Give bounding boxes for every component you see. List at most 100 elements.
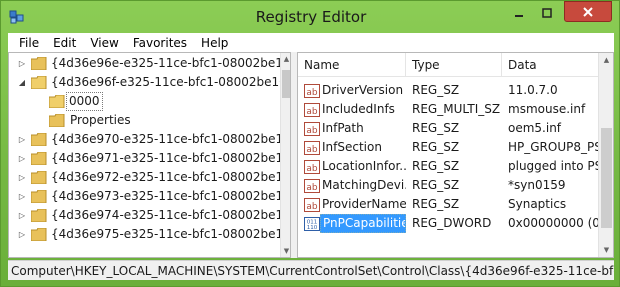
value-row-selected[interactable]: 011 110 PnPCapabilities REG_DWORD 0x00000…	[298, 214, 600, 233]
menu-edit[interactable]: Edit	[46, 36, 83, 50]
column-header-type[interactable]: Type	[406, 53, 502, 77]
values-list-pane[interactable]: Name Type Data ab DriverVersion REG_SZ 1…	[297, 52, 614, 258]
string-value-icon: ab	[304, 121, 320, 136]
menu-favorites[interactable]: Favorites	[126, 36, 194, 50]
value-type: REG_SZ	[412, 140, 460, 154]
value-type: REG_SZ	[412, 178, 460, 192]
close-button[interactable]	[564, 1, 612, 22]
value-row[interactable]: ab LocationInfor... REG_SZ plugged into …	[298, 157, 600, 176]
collapse-arrow-icon[interactable]: ◢	[17, 78, 27, 88]
value-row[interactable]: ab DriverVersion REG_SZ 11.0.7.0	[298, 81, 598, 100]
tree-item-label: Properties	[70, 113, 131, 127]
value-type: REG_SZ	[412, 121, 460, 135]
value-data: plugged into PS	[508, 159, 600, 173]
svg-text:ab: ab	[306, 202, 318, 212]
svg-text:110: 110	[307, 225, 318, 231]
svg-text:ab: ab	[306, 126, 318, 136]
menu-help[interactable]: Help	[194, 36, 235, 50]
key-tree-pane[interactable]: ▷ {4d36e96e-e325-11ce-bfc1-08002be10318}…	[8, 52, 291, 258]
minimize-button[interactable]	[506, 3, 532, 23]
menu-view[interactable]: View	[83, 36, 125, 50]
maximize-icon	[542, 8, 552, 18]
value-data: HP_GROUP8_PS	[508, 140, 600, 154]
svg-text:ab: ab	[306, 164, 318, 174]
scroll-up-icon[interactable]: ▲	[281, 53, 290, 65]
tree-item-properties[interactable]: Properties	[9, 111, 280, 130]
tree-item[interactable]: ▷ {4d36e972-e325-11ce-bfc1-08002be10318}	[9, 168, 280, 187]
binary-value-icon: 011110	[304, 216, 320, 231]
value-row[interactable]: ab InfSection REG_SZ HP_GROUP8_PS	[298, 138, 600, 157]
status-bar-path: Computer\HKEY_LOCAL_MACHINE\SYSTEM\Curre…	[8, 260, 614, 280]
expand-arrow-icon[interactable]: ▷	[17, 211, 27, 221]
tree-item[interactable]: ▷ {4d36e971-e325-11ce-bfc1-08002be10318}	[9, 149, 280, 168]
folder-icon	[31, 133, 47, 146]
folder-icon	[49, 114, 65, 127]
value-type: REG_MULTI_SZ	[412, 102, 501, 116]
column-header-name[interactable]: Name	[298, 53, 406, 77]
tree-item[interactable]: ▷ {4d36e974-e325-11ce-bfc1-08002be10318}	[9, 206, 280, 225]
minimize-icon	[515, 15, 523, 17]
scroll-thumb[interactable]	[282, 70, 290, 98]
tree-item[interactable]: ▷ {4d36e975-e325-11ce-bfc1-08002be10318}	[9, 225, 280, 244]
value-row[interactable]: ab MatchingDevi... REG_SZ *syn0159	[298, 176, 598, 195]
string-value-icon: ab	[304, 178, 320, 193]
open-folder-icon	[31, 76, 47, 89]
value-data: *syn0159	[508, 178, 566, 192]
string-value-icon: ab	[304, 197, 320, 212]
tree-item-label: {4d36e975-e325-11ce-bfc1-08002be10318}	[51, 227, 280, 241]
value-data: 0x00000000 (0)	[508, 216, 600, 230]
expand-arrow-icon[interactable]: ▷	[17, 192, 27, 202]
expand-arrow-icon[interactable]: ▷	[17, 59, 27, 69]
scroll-thumb[interactable]	[601, 128, 612, 228]
tree-item-0000[interactable]: 0000	[9, 92, 280, 111]
value-row[interactable]: ab ProviderName REG_SZ Synaptics	[298, 195, 598, 214]
tree-item-label: 0000	[66, 92, 103, 111]
string-value-icon: ab	[304, 102, 320, 117]
menu-file[interactable]: File	[12, 36, 46, 50]
tree-item[interactable]: ◢ {4d36e96f-e325-11ce-bfc1-08002be10318}	[9, 73, 280, 92]
value-name: ProviderName	[322, 197, 406, 211]
scroll-up-icon[interactable]: ▲	[599, 53, 613, 67]
tree-scrollbar[interactable]: ▲ ▼	[280, 53, 290, 257]
string-value-icon: ab	[304, 83, 320, 98]
scroll-down-icon[interactable]: ▼	[281, 245, 290, 257]
value-type: REG_SZ	[412, 197, 460, 211]
value-data: 11.0.7.0	[508, 83, 558, 97]
scroll-down-icon[interactable]: ▼	[599, 243, 613, 257]
svg-text:ab: ab	[306, 107, 318, 117]
tree-item-label: {4d36e972-e325-11ce-bfc1-08002be10318}	[51, 170, 280, 184]
expand-arrow-icon[interactable]: ▷	[17, 135, 27, 145]
open-folder-icon	[49, 95, 65, 108]
tree-item-label: {4d36e970-e325-11ce-bfc1-08002be10318}	[51, 132, 280, 146]
value-row[interactable]: ab InfPath REG_SZ oem5.inf	[298, 119, 598, 138]
title-bar[interactable]: Registry Editor	[1, 1, 620, 33]
tree-item-label: {4d36e971-e325-11ce-bfc1-08002be10318}	[51, 151, 280, 165]
svg-text:ab: ab	[306, 88, 318, 98]
folder-icon	[31, 209, 47, 222]
column-header-data[interactable]: Data	[502, 53, 598, 77]
tree-item-label: {4d36e974-e325-11ce-bfc1-08002be10318}	[51, 208, 280, 222]
value-name: InfSection	[322, 140, 382, 154]
expand-arrow-icon[interactable]: ▷	[17, 173, 27, 183]
svg-text:ab: ab	[306, 183, 318, 193]
maximize-button[interactable]	[534, 3, 560, 23]
expand-arrow-icon[interactable]: ▷	[17, 154, 27, 164]
tree-item-label: {4d36e973-e325-11ce-bfc1-08002be10318}	[51, 189, 280, 203]
expand-arrow-icon[interactable]: ▷	[17, 230, 27, 240]
value-name: IncludedInfs	[322, 102, 395, 116]
tree-item[interactable]: ▷ {4d36e96e-e325-11ce-bfc1-08002be10318}	[9, 54, 280, 73]
tree-item[interactable]: ▷ {4d36e970-e325-11ce-bfc1-08002be10318}	[9, 130, 280, 149]
folder-icon	[31, 171, 47, 184]
value-name: LocationInfor...	[322, 159, 406, 173]
folder-icon	[31, 228, 47, 241]
close-icon	[583, 6, 593, 17]
value-type: REG_SZ	[412, 159, 460, 173]
value-data: oem5.inf	[508, 121, 562, 135]
list-header: Name Type Data	[298, 53, 598, 77]
value-type: REG_SZ	[412, 83, 460, 97]
value-name: InfPath	[322, 121, 364, 135]
list-scrollbar[interactable]: ▲ ▼	[598, 53, 613, 257]
tree-item[interactable]: ▷ {4d36e973-e325-11ce-bfc1-08002be10318}	[9, 187, 280, 206]
value-row[interactable]: ab IncludedInfs REG_MULTI_SZ msmouse.inf	[298, 100, 598, 119]
value-name: DriverVersion	[322, 83, 404, 97]
